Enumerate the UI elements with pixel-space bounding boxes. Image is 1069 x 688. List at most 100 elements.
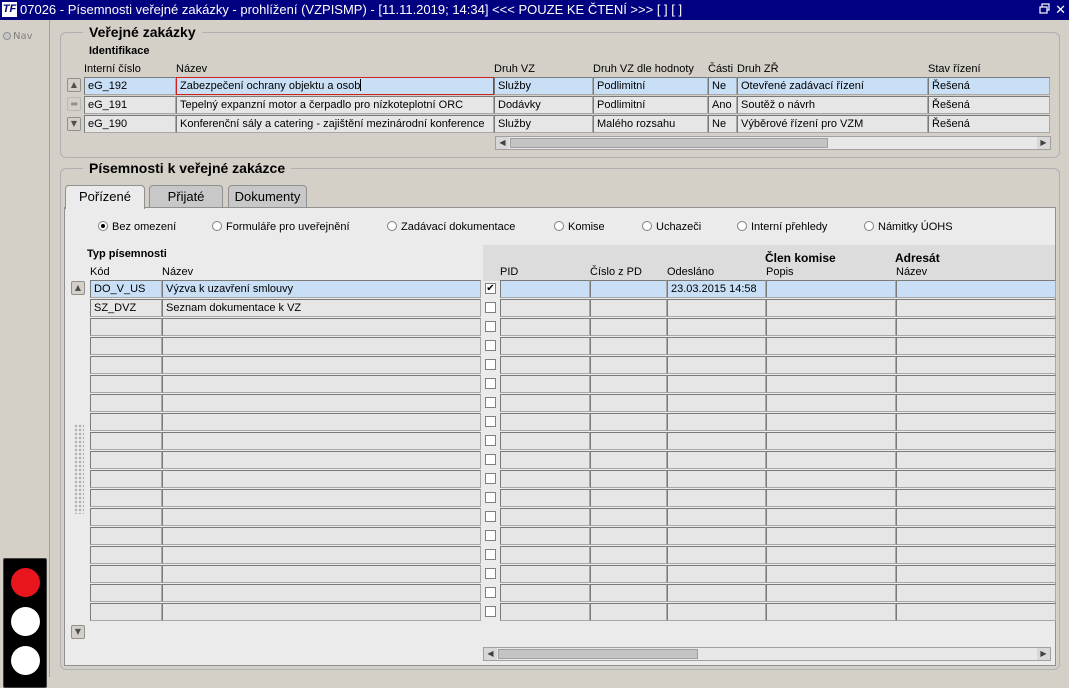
pisemnosti-cell-odeslano[interactable] [667,489,766,507]
pisemnosti-cell-popis[interactable] [766,451,896,469]
row-checkbox[interactable] [485,530,496,541]
pisemnosti-cell-pid[interactable] [500,527,590,545]
zakazky-cell[interactable]: Služby [494,115,593,133]
pisemnosti-cell-adr_nazev[interactable] [896,470,1056,488]
row-checkbox[interactable] [485,511,496,522]
pisemnosti-cell-adr_nazev[interactable] [896,280,1056,298]
pisemnosti-cell-popis[interactable] [766,584,896,602]
pisemnosti-cell-popis[interactable] [766,318,896,336]
tab-prijate[interactable]: Přijaté [149,185,223,208]
pisemnosti-cell-odeslano[interactable] [667,356,766,374]
pisemnosti-cell-cislo[interactable] [590,432,667,450]
pisemnosti-cell-kod[interactable] [90,470,162,488]
pisemnosti-cell-kod[interactable] [90,337,162,355]
pisemnosti-cell-cislo[interactable] [590,489,667,507]
pisemnosti-cell-pid[interactable] [500,603,590,621]
radio-button-icon[interactable] [554,221,564,231]
pisemnosti-cell-popis[interactable] [766,508,896,526]
pisemnosti-cell-cislo[interactable] [590,527,667,545]
pisemnosti-cell-pid[interactable] [500,280,590,298]
pisemnosti-cell-kod[interactable] [90,603,162,621]
pisemnosti-scroll-down-icon[interactable]: ▼ [71,625,85,639]
zakazky-cell[interactable]: Konferenční sály a catering - zajištění … [176,115,494,133]
pisemnosti-cell-adr_nazev[interactable] [896,489,1056,507]
row-checkbox[interactable] [485,397,496,408]
pisemnosti-cell-odeslano[interactable]: 23.03.2015 14:58 [667,280,766,298]
pisemnosti-cell-popis[interactable] [766,470,896,488]
pisemnosti-cell-cislo[interactable] [590,470,667,488]
radio-button-icon[interactable] [864,221,874,231]
row-checkbox[interactable] [485,473,496,484]
pisemnosti-cell-cislo[interactable] [590,356,667,374]
pisemnosti-cell-nazev[interactable] [162,489,481,507]
pisemnosti-cell-pid[interactable] [500,584,590,602]
pisemnosti-cell-odeslano[interactable] [667,584,766,602]
pisemnosti-cell-nazev[interactable] [162,470,481,488]
pisemnosti-cell-odeslano[interactable] [667,508,766,526]
pisemnosti-cell-popis[interactable] [766,603,896,621]
filter-radio[interactable]: Formuláře pro uveřejnění [212,221,350,233]
pisemnosti-cell-popis[interactable] [766,375,896,393]
pisemnosti-scroll-left-icon[interactable]: ◀ [484,648,497,660]
radio-button-icon[interactable] [212,221,222,231]
pisemnosti-cell-cislo[interactable] [590,584,667,602]
pisemnosti-cell-nazev[interactable] [162,394,481,412]
pisemnosti-cell-kod[interactable] [90,508,162,526]
zakazky-cell[interactable]: eG_191 [84,96,176,114]
pisemnosti-scrollbar-thumb[interactable] [498,649,698,659]
scroll-left-icon[interactable]: ◀ [496,137,509,149]
zakazky-cell[interactable]: Ano [708,96,737,114]
filter-radio[interactable]: Zadávací dokumentace [387,221,515,233]
pisemnosti-cell-kod[interactable] [90,527,162,545]
pisemnosti-cell-popis[interactable] [766,489,896,507]
row-checkbox[interactable] [485,340,496,351]
zakazky-cell[interactable]: eG_192 [84,77,176,95]
zakazky-horizontal-scrollbar[interactable]: ◀ ▶ [495,136,1051,150]
pisemnosti-cell-pid[interactable] [500,546,590,564]
pisemnosti-cell-pid[interactable] [500,394,590,412]
filter-radio[interactable]: Námitky ÚOHS [864,221,953,233]
pisemnosti-cell-odeslano[interactable] [667,299,766,317]
row-checkbox[interactable] [485,359,496,370]
radio-button-icon[interactable] [98,221,108,231]
pisemnosti-cell-kod[interactable] [90,546,162,564]
zakazky-cell[interactable]: Dodávky [494,96,593,114]
pisemnosti-cell-cislo[interactable] [590,451,667,469]
pisemnosti-cell-nazev[interactable] [162,375,481,393]
pisemnosti-cell-adr_nazev[interactable] [896,451,1056,469]
pisemnosti-cell-pid[interactable] [500,318,590,336]
pisemnosti-cell-pid[interactable] [500,299,590,317]
filter-radio[interactable]: Bez omezení [98,221,176,233]
pisemnosti-cell-cislo[interactable] [590,603,667,621]
pisemnosti-cell-odeslano[interactable] [667,337,766,355]
pisemnosti-cell-odeslano[interactable] [667,432,766,450]
zakazky-cell[interactable]: Podlimitní [593,96,708,114]
pisemnosti-cell-odeslano[interactable] [667,470,766,488]
zakazky-cell[interactable]: Řešená [928,115,1050,133]
tab-porizene[interactable]: Pořízené [65,185,145,209]
row-checkbox[interactable] [485,416,496,427]
pisemnosti-cell-cislo[interactable] [590,375,667,393]
pisemnosti-cell-adr_nazev[interactable] [896,565,1056,583]
zakazky-cell[interactable]: Výběrové řízení pro VZM [737,115,928,133]
row-checkbox[interactable]: ✔ [485,283,496,294]
pisemnosti-cell-pid[interactable] [500,356,590,374]
pisemnosti-cell-pid[interactable] [500,337,590,355]
zakazky-cell[interactable]: Tepelný expanzní motor a čerpadlo pro ní… [176,96,494,114]
pisemnosti-cell-nazev[interactable] [162,546,481,564]
zakazky-cell[interactable]: Soutěž o návrh [737,96,928,114]
pisemnosti-cell-adr_nazev[interactable] [896,318,1056,336]
pisemnosti-cell-nazev[interactable] [162,527,481,545]
pisemnosti-cell-adr_nazev[interactable] [896,413,1056,431]
pisemnosti-cell-popis[interactable] [766,527,896,545]
filter-radio[interactable]: Komise [554,221,605,233]
pisemnosti-cell-cislo[interactable] [590,280,667,298]
pisemnosti-cell-odeslano[interactable] [667,394,766,412]
pisemnosti-cell-odeslano[interactable] [667,375,766,393]
pisemnosti-cell-kod[interactable] [90,413,162,431]
pisemnosti-cell-odeslano[interactable] [667,318,766,336]
pisemnosti-cell-popis[interactable] [766,299,896,317]
pisemnosti-cell-adr_nazev[interactable] [896,584,1056,602]
scroll-right-icon[interactable]: ▶ [1037,137,1050,149]
pisemnosti-cell-nazev[interactable] [162,356,481,374]
